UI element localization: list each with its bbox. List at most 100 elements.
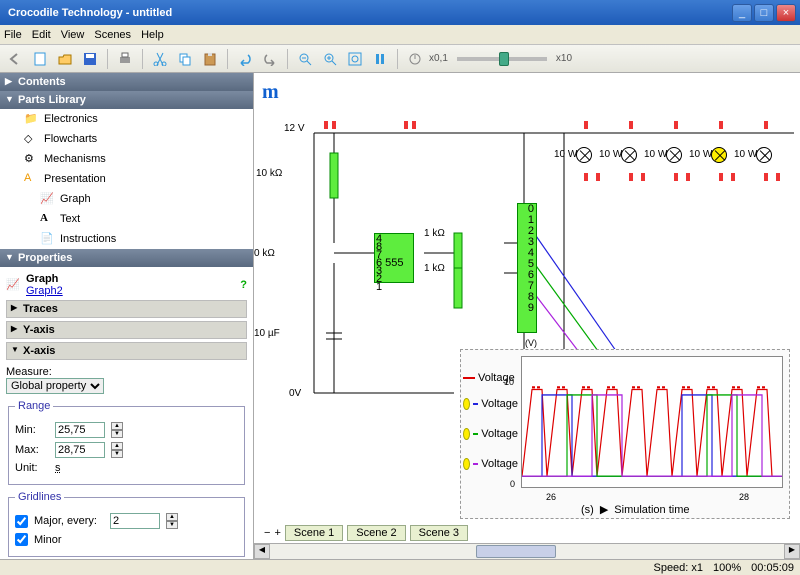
- copy-button[interactable]: [174, 48, 196, 70]
- menu-edit[interactable]: Edit: [32, 29, 51, 41]
- hscrollbar[interactable]: ◀ ▶: [254, 543, 800, 559]
- props-link[interactable]: Graph2: [26, 285, 63, 297]
- lamp-1: [576, 147, 592, 163]
- props-title: Graph: [26, 273, 63, 285]
- major-checkbox[interactable]: [15, 515, 28, 528]
- graph-icon: 📈: [40, 192, 54, 206]
- graph-icon: 📈: [6, 278, 20, 292]
- range-fieldset: Range Min:▲▼ Max:▲▼ Unit:s: [8, 400, 245, 485]
- menu-view[interactable]: View: [61, 29, 85, 41]
- graph-title: Simulation time: [614, 504, 689, 516]
- section-parts-library[interactable]: Parts Library: [0, 91, 253, 109]
- minimize-button[interactable]: _: [732, 4, 752, 22]
- graph-ylabel: (V): [525, 338, 537, 348]
- speed-max-label: x10: [556, 53, 572, 64]
- zoom-fit-button[interactable]: [344, 48, 366, 70]
- scene-remove[interactable]: −: [264, 527, 270, 539]
- lamp-3: [666, 147, 682, 163]
- lamp-w4: 10 W: [689, 149, 712, 160]
- label-12v: 12 V: [284, 123, 305, 134]
- speed-slider[interactable]: [457, 57, 547, 61]
- new-button[interactable]: [29, 48, 51, 70]
- library-presentation[interactable]: APresentation: [0, 169, 253, 189]
- status-zoom: 100%: [713, 562, 741, 574]
- label-r1ka: 1 kΩ: [424, 228, 445, 239]
- print-button[interactable]: [114, 48, 136, 70]
- min-up[interactable]: ▲: [111, 422, 123, 430]
- lamp-2: [621, 147, 637, 163]
- sidebar: Contents Parts Library 📁Electronics ◇Flo…: [0, 73, 254, 559]
- scene-add[interactable]: +: [274, 527, 280, 539]
- library-flowcharts[interactable]: ◇Flowcharts: [0, 129, 253, 149]
- open-button[interactable]: [54, 48, 76, 70]
- speed-reset-button[interactable]: [404, 48, 426, 70]
- lamp-4-on: [711, 147, 727, 163]
- max-dn[interactable]: ▼: [111, 450, 123, 458]
- lamp-5: [756, 147, 772, 163]
- lamp-w1: 10 W: [554, 149, 577, 160]
- pause-button[interactable]: [369, 48, 391, 70]
- library-mechanisms[interactable]: ⚙Mechanisms: [0, 149, 253, 169]
- window-title: Crocodile Technology - untitled: [4, 7, 730, 19]
- range-max-input[interactable]: [55, 442, 105, 458]
- minor-checkbox[interactable]: [15, 533, 28, 546]
- chip-4017: 0123456789: [517, 203, 537, 333]
- library-instructions[interactable]: 📄Instructions: [0, 229, 253, 249]
- zoom-out-button[interactable]: [294, 48, 316, 70]
- label-r1kb: 1 kΩ: [424, 263, 445, 274]
- library-graph[interactable]: 📈Graph: [0, 189, 253, 209]
- measure-select[interactable]: Global property: [6, 378, 104, 394]
- maximize-button[interactable]: □: [754, 4, 774, 22]
- gear-icon: ⚙: [24, 152, 38, 166]
- menu-help[interactable]: Help: [141, 29, 164, 41]
- paste-button[interactable]: [199, 48, 221, 70]
- speed-min-label: x0,1: [429, 53, 448, 64]
- play-icon: ▶: [600, 503, 608, 516]
- library-text[interactable]: AText: [0, 209, 253, 229]
- section-properties[interactable]: Properties: [0, 249, 253, 267]
- max-up[interactable]: ▲: [111, 442, 123, 450]
- section-contents[interactable]: Contents: [0, 73, 253, 91]
- chip-555: 4876 555 321: [374, 233, 414, 283]
- undo-button[interactable]: [234, 48, 256, 70]
- library-electronics[interactable]: 📁Electronics: [0, 109, 253, 129]
- range-min-input[interactable]: [55, 422, 105, 438]
- scroll-thumb[interactable]: [476, 545, 556, 558]
- status-speed: Speed: x1: [653, 562, 703, 574]
- scene-tabs: − + Scene 1 Scene 2 Scene 3: [264, 525, 468, 541]
- scroll-left[interactable]: ◀: [254, 544, 270, 559]
- min-dn[interactable]: ▼: [111, 430, 123, 438]
- zoom-in-button[interactable]: [319, 48, 341, 70]
- tab-scene-3[interactable]: Scene 3: [410, 525, 468, 541]
- folder-icon: 📁: [24, 112, 38, 126]
- menu-scenes[interactable]: Scenes: [94, 29, 131, 41]
- scroll-right[interactable]: ▶: [784, 544, 800, 559]
- flowchart-icon: ◇: [24, 132, 38, 146]
- label-r0k: 0 kΩ: [254, 248, 275, 259]
- graph[interactable]: (V) Voltage Voltage Voltage Voltage 10 0: [460, 349, 790, 519]
- label-0v: 0V: [289, 388, 301, 399]
- back-button[interactable]: [4, 48, 26, 70]
- panel-xaxis[interactable]: X-axis: [6, 342, 247, 360]
- label-c10u: 10 µF: [254, 328, 280, 339]
- panel-traces[interactable]: Traces: [6, 300, 247, 318]
- canvas[interactable]: m 12 V 0V: [254, 73, 800, 559]
- presentation-icon: A: [24, 172, 38, 186]
- save-button[interactable]: [79, 48, 101, 70]
- logo-m: m: [262, 81, 279, 104]
- close-button[interactable]: ×: [776, 4, 796, 22]
- tab-scene-1[interactable]: Scene 1: [285, 525, 343, 541]
- instructions-icon: 📄: [40, 232, 54, 246]
- plot-area: 10 0: [521, 356, 783, 488]
- tab-scene-2[interactable]: Scene 2: [347, 525, 405, 541]
- major-value[interactable]: [110, 513, 160, 529]
- help-icon[interactable]: ?: [240, 279, 247, 291]
- cut-button[interactable]: [149, 48, 171, 70]
- status-time: 00:05:09: [751, 562, 794, 574]
- menubar: File Edit View Scenes Help: [0, 25, 800, 45]
- panel-yaxis[interactable]: Y-axis: [6, 321, 247, 339]
- lamp-w5: 10 W: [734, 149, 757, 160]
- redo-button[interactable]: [259, 48, 281, 70]
- menu-file[interactable]: File: [4, 29, 22, 41]
- lamp-w2: 10 W: [599, 149, 622, 160]
